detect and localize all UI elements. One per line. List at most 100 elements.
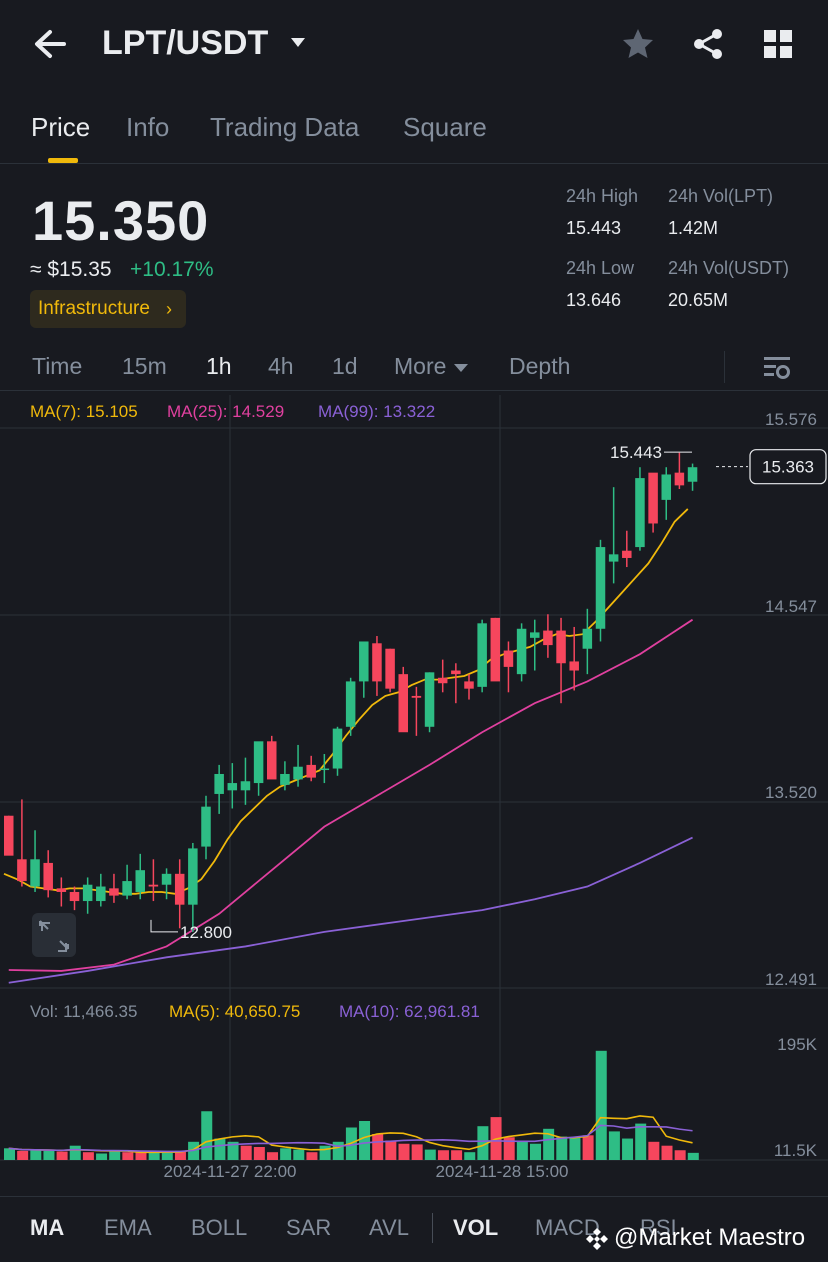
interval-depth[interactable]: Depth — [509, 353, 570, 380]
candle-body — [43, 862, 53, 891]
tab-info[interactable]: Info — [126, 112, 169, 143]
caret-down-icon[interactable] — [290, 36, 306, 48]
kline-chart[interactable]: 15.576 14.547 13.520 12.491 195K 11.5K 2024-11… — [0, 395, 828, 1195]
volume-bar — [451, 1150, 463, 1160]
candle-body — [161, 873, 172, 885]
volume-bar — [56, 1151, 68, 1160]
ma7-legend: MA(7): 15.105 — [30, 402, 138, 421]
price-axis-label: 15.576 — [765, 410, 817, 429]
candle-body — [411, 695, 422, 698]
volume-bar — [385, 1140, 397, 1160]
tab-price[interactable]: Price — [31, 112, 90, 143]
chevron-right-icon: › — [165, 299, 172, 319]
vol-usdt-label: 24h Vol(USDT) — [668, 258, 790, 278]
candle-body — [424, 672, 435, 727]
price-axis-label: 14.547 — [765, 597, 817, 616]
vol-lpt-label: 24h Vol(LPT) — [668, 186, 774, 206]
interval-4h[interactable]: 4h — [268, 353, 294, 380]
interval-more[interactable]: More — [394, 353, 469, 380]
volume-bar — [96, 1153, 108, 1160]
candle-body — [464, 681, 474, 689]
time-axis-label: 2024-11-27 22:00 — [164, 1162, 297, 1181]
interval-time[interactable]: Time — [32, 353, 82, 380]
volume-axis-label: 195K — [777, 1035, 817, 1054]
indicator-vol[interactable]: VOL — [453, 1215, 498, 1241]
category-tag-label: Infrastructure — [38, 298, 150, 319]
high-label: 24h High — [566, 186, 639, 206]
candle-body — [569, 661, 579, 671]
candle-body — [135, 870, 145, 892]
candle-body — [582, 628, 593, 649]
volume-bar — [464, 1152, 476, 1160]
ma25-legend: MA(25): 14.529 — [167, 402, 285, 421]
candle-body — [608, 554, 619, 562]
volume-bar — [69, 1145, 81, 1160]
candle-body — [306, 764, 316, 778]
candle-body — [345, 681, 356, 727]
volume-bar — [30, 1150, 42, 1160]
volume-bar — [293, 1149, 305, 1160]
volume-bar — [214, 1138, 226, 1160]
candle-body — [227, 783, 238, 791]
star-icon[interactable] — [620, 26, 656, 62]
caret-down-icon — [453, 364, 468, 372]
indicator-ma[interactable]: MA — [30, 1215, 64, 1241]
low-value: 13.646 — [566, 290, 622, 310]
candle-body — [543, 630, 553, 646]
time-axis-label: 2024-11-28 15:00 — [436, 1162, 569, 1181]
candle-body — [503, 650, 514, 667]
candle-body — [674, 472, 685, 486]
watermark-username: @Market Maestro — [614, 1224, 806, 1251]
volume-bar — [622, 1138, 634, 1160]
volume-bar — [687, 1152, 699, 1160]
divider — [432, 1213, 433, 1243]
indicator-avl[interactable]: AVL — [369, 1215, 409, 1241]
price-change: +10.17% — [130, 258, 214, 281]
expand-button[interactable] — [32, 913, 76, 957]
indicator-ema[interactable]: EMA — [104, 1215, 152, 1241]
main-tabs: Price Info Trading Data Square — [0, 100, 828, 164]
share-icon[interactable] — [690, 26, 726, 62]
tab-square[interactable]: Square — [403, 112, 487, 143]
interval-1h[interactable]: 1h — [206, 353, 232, 380]
candle-body — [319, 768, 330, 771]
volume-bar — [556, 1136, 568, 1160]
volume-bar — [608, 1131, 620, 1160]
volume-bar — [161, 1152, 173, 1160]
volume-bar — [306, 1152, 318, 1160]
pair-title[interactable]: LPT/USDT — [102, 24, 268, 63]
low-marker-label: 12.800 — [180, 923, 232, 942]
price-axis-label: 13.520 — [765, 783, 817, 802]
category-tag[interactable]: Infrastructure › — [30, 290, 186, 328]
candle-body — [96, 886, 106, 902]
volume-bar — [148, 1152, 160, 1160]
interval-1d[interactable]: 1d — [332, 353, 358, 380]
low-marker-line — [150, 919, 178, 933]
volume-bar — [424, 1149, 436, 1160]
volume-bar — [201, 1111, 213, 1160]
volume-bar — [398, 1143, 410, 1160]
volume-bar — [240, 1145, 252, 1160]
candle-body — [516, 628, 527, 675]
interval-bar: Time 15m 1h 4h 1d More Depth — [0, 345, 828, 391]
volume-bar — [569, 1137, 581, 1160]
high-marker-label: 15.443 — [610, 443, 662, 462]
indicator-sar[interactable]: SAR — [286, 1215, 331, 1241]
volume-bar — [319, 1145, 331, 1160]
candle-body — [267, 741, 277, 780]
indicator-boll[interactable]: BOLL — [191, 1215, 247, 1241]
back-arrow-icon[interactable] — [30, 26, 70, 62]
volume-bar — [4, 1148, 15, 1160]
interval-15m[interactable]: 15m — [122, 353, 167, 380]
candle-body — [17, 859, 27, 882]
tab-trading-data[interactable]: Trading Data — [210, 112, 359, 143]
binance-logo-icon — [586, 1228, 608, 1250]
candle-body — [595, 547, 606, 629]
candle-body — [556, 630, 566, 664]
active-tab-indicator — [48, 158, 78, 163]
candle-body — [359, 641, 369, 682]
volume-bar — [267, 1152, 278, 1160]
candle-body — [69, 891, 80, 902]
chart-settings-icon[interactable] — [762, 353, 792, 383]
grid-icon[interactable] — [760, 26, 796, 62]
